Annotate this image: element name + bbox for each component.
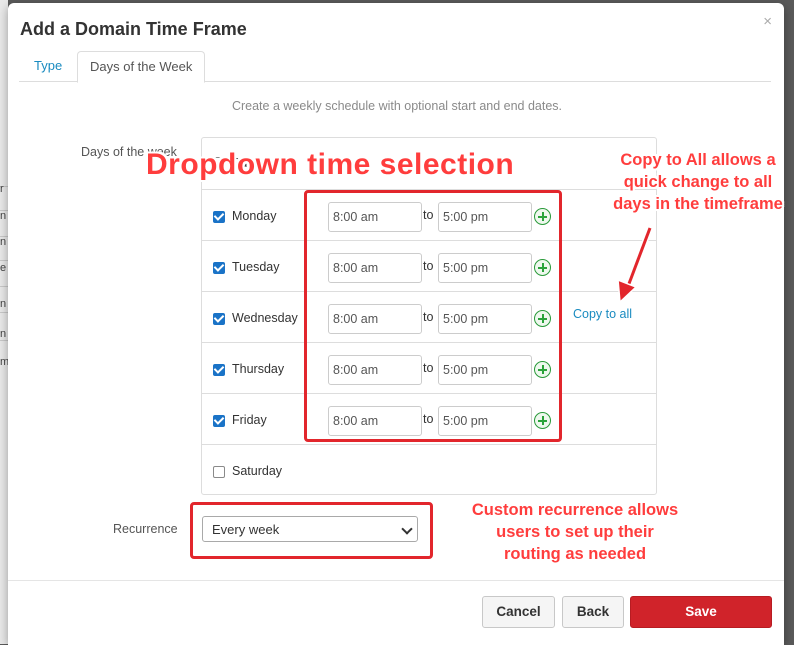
- callout-arrow-icon: [617, 226, 653, 304]
